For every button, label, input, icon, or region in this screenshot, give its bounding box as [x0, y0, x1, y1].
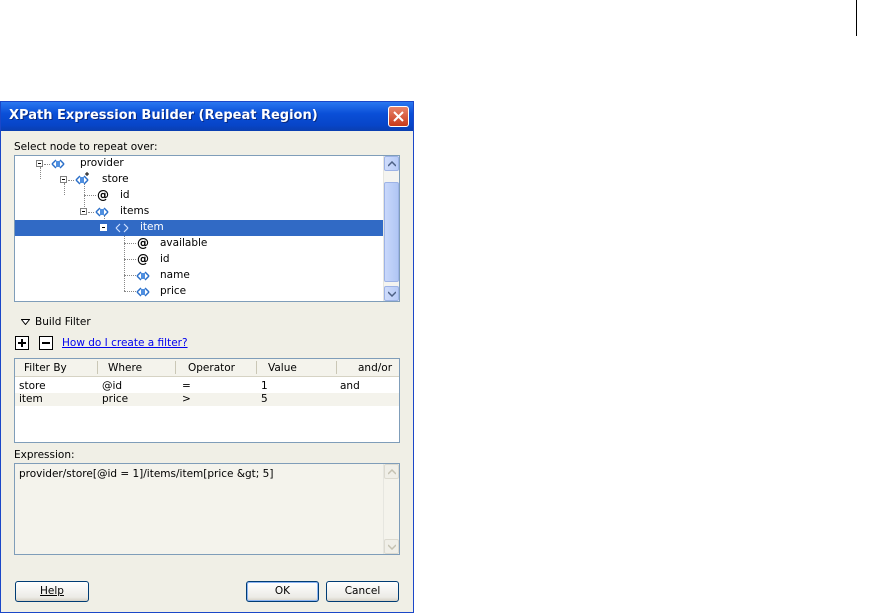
- chevron-down-icon: [388, 544, 396, 550]
- tree-node-store-id[interactable]: @ id: [15, 188, 385, 204]
- title-bar[interactable]: XPath Expression Builder (Repeat Region): [1, 102, 413, 131]
- element-icon: [115, 223, 129, 233]
- tree-node-label: available: [160, 237, 208, 249]
- chevron-up-icon: [388, 469, 396, 475]
- attribute-icon: @: [137, 236, 149, 250]
- table-row[interactable]: store @id = 1 and: [15, 380, 399, 393]
- tree-node-label: item: [140, 221, 164, 233]
- tree-node-available[interactable]: @ available: [15, 236, 385, 252]
- tree-node-label: name: [160, 269, 190, 281]
- cancel-button-label: Cancel: [344, 585, 381, 597]
- tree-node-label: id: [120, 189, 130, 201]
- tree-node-name[interactable]: name: [15, 268, 385, 284]
- collapse-toggle[interactable]: [36, 160, 43, 167]
- cell: >: [182, 393, 191, 405]
- chevron-down-icon: [388, 291, 396, 297]
- close-button[interactable]: [388, 106, 409, 127]
- help-button-label: Help: [40, 585, 64, 597]
- cell: and: [340, 380, 360, 392]
- cancel-button[interactable]: Cancel: [326, 581, 399, 602]
- minus-icon: [42, 342, 50, 344]
- cell: @id: [102, 380, 123, 392]
- expression-text: provider/store[@id = 1]/items/item[price…: [19, 468, 274, 480]
- attribute-icon: @: [97, 188, 109, 202]
- column-and-or[interactable]: and/or: [358, 362, 392, 374]
- collapse-toggle[interactable]: [100, 224, 107, 231]
- select-node-label: Select node to repeat over:: [14, 141, 158, 153]
- tree-node-label: price: [160, 285, 187, 297]
- table-row[interactable]: item price > 5: [15, 393, 399, 406]
- tree-node-store[interactable]: store: [15, 172, 385, 188]
- tree-node-label: items: [120, 205, 150, 217]
- cell: item: [19, 393, 43, 405]
- close-icon: [393, 111, 404, 122]
- tree-scrollbar[interactable]: [383, 156, 399, 301]
- expression-label: Expression:: [14, 449, 75, 461]
- cell: price: [102, 393, 129, 405]
- column-operator[interactable]: Operator: [188, 362, 235, 374]
- ok-button-label: OK: [274, 585, 291, 597]
- chevron-up-icon: [388, 161, 396, 167]
- column-where[interactable]: Where: [108, 362, 142, 374]
- triangle-down-icon: [21, 319, 30, 325]
- build-filter-toggle[interactable]: Build Filter: [19, 315, 139, 331]
- tree-node-label: provider: [80, 157, 124, 169]
- tree-node-label: id: [160, 253, 170, 265]
- tree-node-label: store: [102, 173, 129, 185]
- scroll-down-button[interactable]: [384, 286, 399, 301]
- cell: 1: [261, 380, 268, 392]
- collapse-toggle[interactable]: [60, 176, 67, 183]
- cell: 5: [261, 393, 268, 405]
- filter-table-header: Filter By Where Operator Value and/or: [15, 359, 399, 377]
- element-icon: [95, 207, 109, 217]
- filter-help-link[interactable]: How do I create a filter?: [62, 337, 188, 349]
- tree-node-provider[interactable]: provider: [15, 156, 385, 172]
- expression-scrollbar[interactable]: [383, 464, 399, 554]
- column-filter-by[interactable]: Filter By: [24, 362, 67, 374]
- window-edge-line: [856, 0, 857, 36]
- attribute-icon: @: [137, 252, 149, 266]
- tree-node-items[interactable]: items: [15, 204, 385, 220]
- tree-node-item-selected[interactable]: item: [15, 220, 385, 236]
- tree-node-price[interactable]: price: [15, 284, 385, 300]
- help-button[interactable]: Help: [15, 581, 89, 602]
- cell: =: [182, 380, 191, 392]
- node-tree[interactable]: provider store @ id items item @ availab…: [14, 155, 400, 302]
- scroll-up-button[interactable]: [384, 156, 399, 171]
- element-icon: [51, 159, 65, 169]
- filter-table[interactable]: Filter By Where Operator Value and/or st…: [14, 358, 400, 443]
- element-icon: [136, 271, 150, 281]
- cell: store: [19, 380, 46, 392]
- remove-filter-button[interactable]: [39, 336, 53, 350]
- collapse-toggle[interactable]: [80, 208, 87, 215]
- add-filter-button[interactable]: [15, 336, 29, 350]
- expression-field[interactable]: provider/store[@id = 1]/items/item[price…: [14, 463, 400, 555]
- plus-icon: [18, 339, 26, 347]
- column-value[interactable]: Value: [268, 362, 297, 374]
- tree-node-item-id[interactable]: @ id: [15, 252, 385, 268]
- scroll-down-button[interactable]: [384, 539, 399, 554]
- element-icon: [136, 287, 150, 297]
- scroll-up-button[interactable]: [384, 464, 399, 479]
- ok-button[interactable]: OK: [246, 581, 319, 602]
- build-filter-label: Build Filter: [35, 316, 91, 328]
- xpath-expression-builder-dialog: XPath Expression Builder (Repeat Region)…: [0, 101, 414, 613]
- scroll-thumb[interactable]: [384, 182, 399, 282]
- repeating-element-icon: [75, 172, 89, 185]
- dialog-title: XPath Expression Builder (Repeat Region): [9, 108, 318, 123]
